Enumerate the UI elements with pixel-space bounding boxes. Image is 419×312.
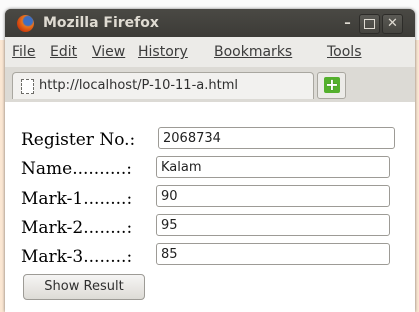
page-icon xyxy=(21,79,34,94)
mark3-label: Mark-3........: xyxy=(21,247,133,267)
close-button[interactable]: ✕ xyxy=(382,14,403,34)
minimize-button[interactable]: – xyxy=(338,15,357,33)
new-tab-button[interactable]: + xyxy=(317,72,346,99)
browser-window: Mozilla Firefox – ✕ File Edit View Histo… xyxy=(5,9,415,312)
page-content: Register No.: Name..........: Mark-1....… xyxy=(5,102,415,312)
register-no-label: Register No.: xyxy=(21,130,136,150)
mark2-input[interactable] xyxy=(156,214,390,236)
tab-label: http://localhost/P-10-11-a.html xyxy=(39,78,238,93)
menu-bar: File Edit View History Bookmarks Tools xyxy=(5,37,415,67)
mark1-input[interactable] xyxy=(156,185,390,207)
tab-active[interactable]: http://localhost/P-10-11-a.html xyxy=(12,72,314,99)
menu-file[interactable]: File xyxy=(12,44,35,60)
window-title: Mozilla Firefox xyxy=(43,15,159,31)
maximize-button[interactable] xyxy=(359,14,380,34)
show-result-button[interactable]: Show Result xyxy=(23,274,145,300)
firefox-logo-icon xyxy=(17,15,34,32)
mark2-label: Mark-2........: xyxy=(21,218,133,238)
register-no-input[interactable] xyxy=(158,127,395,149)
name-input[interactable] xyxy=(156,156,390,178)
tab-strip: http://localhost/P-10-11-a.html + xyxy=(5,67,415,102)
maximize-icon xyxy=(364,19,375,29)
plus-icon: + xyxy=(324,75,340,94)
mark1-label: Mark-1........: xyxy=(21,189,133,209)
menu-edit[interactable]: Edit xyxy=(50,44,77,60)
menu-view[interactable]: View xyxy=(92,44,125,60)
menu-history[interactable]: History xyxy=(138,44,188,60)
mark3-input[interactable] xyxy=(156,243,390,265)
name-label: Name..........: xyxy=(21,159,132,179)
menu-bookmarks[interactable]: Bookmarks xyxy=(214,44,292,60)
menu-tools[interactable]: Tools xyxy=(327,44,362,60)
title-bar[interactable]: Mozilla Firefox – ✕ xyxy=(5,9,415,37)
